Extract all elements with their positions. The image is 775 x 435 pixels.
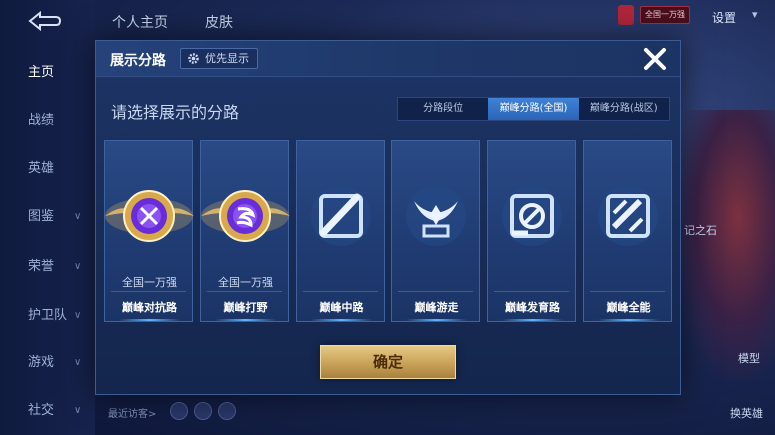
recent-visitors-label[interactable]: 最近访客>	[108, 405, 156, 420]
rank-label: 全国一万强	[218, 276, 273, 289]
stone-label: 记之石	[684, 224, 717, 237]
tab-profile[interactable]: 个人主页	[112, 12, 168, 32]
route-label: 巅峰打野	[223, 301, 268, 314]
select-route-prompt: 请选择展示的分路	[111, 103, 240, 122]
route-label: 巅峰对抗路	[122, 301, 177, 314]
sidebar-item-label: 荣誉	[28, 259, 55, 274]
tab-peak-region[interactable]: 巅峰分路(战区)	[579, 98, 669, 120]
sidebar-item-label: 主页	[28, 65, 55, 80]
card-divider	[111, 291, 186, 292]
tab-route-rank[interactable]: 分路段位	[398, 98, 488, 120]
dialog-title: 展示分路	[110, 53, 166, 69]
gear-icon	[188, 53, 199, 64]
route-card-jungle[interactable]: 全国一万强 巅峰打野	[200, 140, 290, 322]
avatar[interactable]	[218, 402, 236, 420]
card-divider	[398, 291, 473, 292]
card-glow	[119, 319, 180, 321]
dialog-header: 展示分路 优先显示	[96, 41, 680, 77]
change-hero-button[interactable]: 换英雄	[730, 405, 763, 421]
priority-display-badge[interactable]: 优先显示	[180, 48, 258, 69]
route-card-roam[interactable]: 巅峰游走	[391, 140, 480, 322]
chevron-down-icon: ∨	[74, 310, 82, 321]
settings-button[interactable]: 设置	[712, 9, 736, 26]
sidebar-item-label: 游戏	[28, 355, 55, 370]
sidebar-item-label: 英雄	[28, 161, 55, 176]
hero-portrait	[672, 110, 775, 380]
chevron-down-icon: ∨	[74, 211, 82, 222]
sidebar-item-records[interactable]: 战绩	[0, 110, 95, 132]
back-arrow-icon[interactable]	[24, 10, 64, 32]
chevron-down-icon[interactable]: ▾	[752, 8, 758, 21]
sidebar-item-honor[interactable]: 荣誉 ∨	[0, 256, 95, 278]
close-icon[interactable]	[642, 46, 668, 72]
sword-emblem-icon	[105, 190, 194, 242]
card-divider	[494, 291, 569, 292]
honor-icon	[618, 5, 634, 25]
route-label: 巅峰中路	[319, 301, 364, 314]
sidebar-item-social[interactable]: 社交 ∨	[0, 400, 95, 422]
route-card-clash-lane[interactable]: 全国一万强 巅峰对抗路	[104, 140, 194, 322]
card-divider	[207, 291, 282, 292]
sidebar-item-games[interactable]: 游戏 ∨	[0, 352, 95, 374]
tab-skins[interactable]: 皮肤	[205, 12, 233, 32]
wings-icon	[406, 186, 466, 246]
route-label: 巅峰游走	[414, 301, 459, 314]
route-card-all-round[interactable]: 巅峰全能	[583, 140, 672, 322]
all-round-icon	[598, 186, 658, 246]
sidebar-item-label: 社交	[28, 403, 55, 418]
chevron-down-icon: ∨	[74, 357, 82, 368]
chevron-down-icon: ∨	[74, 261, 82, 272]
sidebar-item-label: 战绩	[28, 113, 55, 128]
card-glow	[406, 319, 467, 321]
route-label: 巅峰全能	[606, 301, 651, 314]
sidebar-item-home[interactable]: 主页	[0, 62, 95, 84]
tab-peak-national[interactable]: 巅峰分路(全国)	[488, 98, 579, 120]
card-glow	[215, 319, 276, 321]
card-glow	[311, 319, 372, 321]
rank-badge: 全国一万强	[640, 6, 690, 24]
chevron-down-icon: ∨	[74, 405, 82, 416]
sidebar-item-label: 图鉴	[28, 209, 55, 224]
route-display-dialog: 展示分路 优先显示 请选择展示的分路 分路段位 巅峰分路(全国) 巅峰分路(战区…	[95, 40, 681, 395]
route-card-farm-lane[interactable]: 巅峰发育路	[487, 140, 576, 322]
target-icon	[502, 186, 562, 246]
staff-icon	[311, 186, 371, 246]
route-label: 巅峰发育路	[505, 301, 560, 314]
sidebar-item-heroes[interactable]: 英雄	[0, 158, 95, 180]
confirm-button[interactable]: 确定	[320, 345, 456, 379]
claw-emblem-icon	[201, 190, 290, 242]
rank-label: 全国一万强	[122, 276, 177, 289]
route-card-mid-lane[interactable]: 巅峰中路	[296, 140, 385, 322]
card-glow	[502, 319, 563, 321]
sidebar-item-gallery[interactable]: 图鉴 ∨	[0, 206, 95, 228]
route-type-tabs: 分路段位 巅峰分路(全国) 巅峰分路(战区)	[397, 97, 670, 121]
model-button[interactable]: 模型	[738, 350, 760, 366]
avatar[interactable]	[194, 402, 212, 420]
avatar[interactable]	[170, 402, 188, 420]
sidebar-item-label: 护卫队	[28, 308, 68, 323]
card-glow	[598, 319, 659, 321]
priority-display-label: 优先显示	[205, 52, 249, 65]
sidebar-item-guard[interactable]: 护卫队 ∨	[0, 305, 95, 327]
card-divider	[590, 291, 665, 292]
card-divider	[303, 291, 378, 292]
